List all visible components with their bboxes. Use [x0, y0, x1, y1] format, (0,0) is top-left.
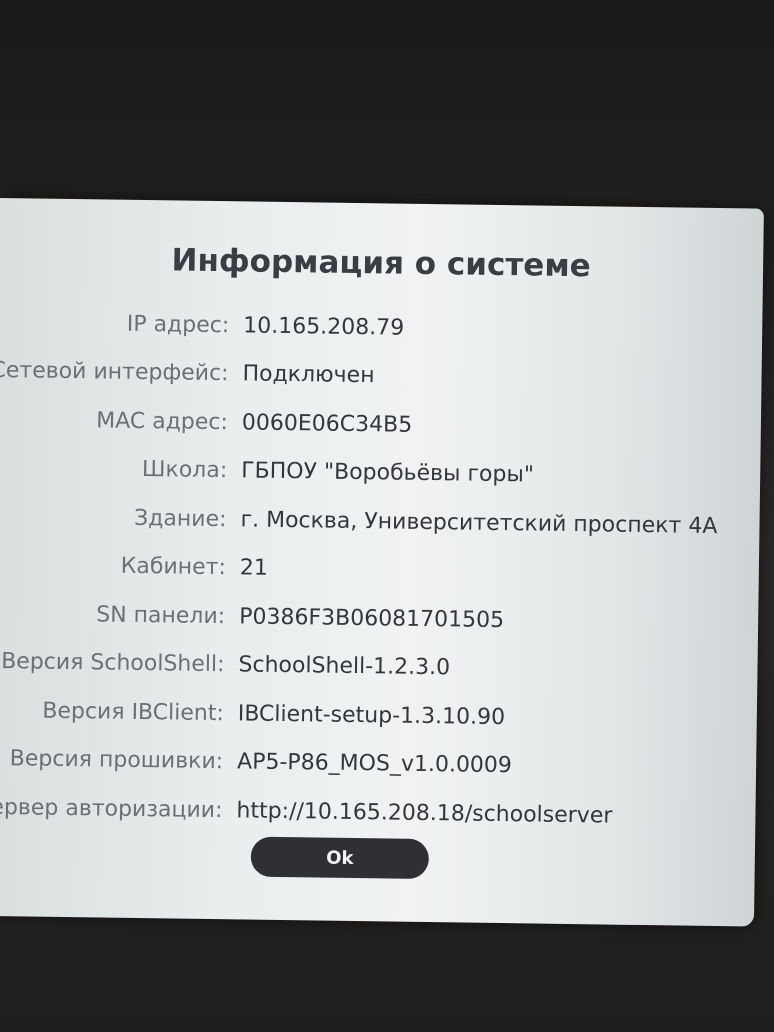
- network-interface-label: Сетевой интерфейс:: [0, 358, 229, 387]
- ip-address-value: 10.165.208.79: [243, 313, 405, 341]
- system-info-dialog: Информация о системе IP адрес: 10.165.20…: [0, 198, 764, 927]
- school-label: Школа:: [141, 457, 228, 484]
- school-value: ГБПОУ "Воробьёвы горы": [241, 458, 535, 488]
- ip-address-label: IP адрес:: [126, 311, 230, 338]
- building-value: г. Москва, Университетский проспект 4А: [240, 507, 718, 539]
- monitor-screen: Информация о системе IP адрес: 10.165.20…: [0, 0, 774, 1032]
- panel-serial-label: SN панели:: [96, 602, 226, 629]
- info-rows: IP адрес: 10.165.208.79 Сетевой интерфей…: [0, 298, 763, 842]
- dialog-title: Информация о системе: [171, 242, 591, 285]
- building-label: Здание:: [133, 505, 227, 532]
- mac-address-value: 0060E06C34B5: [241, 410, 413, 438]
- ibclient-version-label: Версия IBClient:: [42, 698, 224, 726]
- schoolshell-version-value: SchoolShell-1.2.3.0: [238, 652, 451, 681]
- auth-server-label: Сервер авторизации:: [0, 794, 223, 823]
- network-interface-value: Подключен: [242, 361, 375, 389]
- cabinet-value: 21: [239, 555, 269, 582]
- auth-server-value: http://10.165.208.18/schoolserver: [236, 798, 613, 829]
- schoolshell-version-label: Версия SchoolShell:: [1, 649, 225, 678]
- ok-button[interactable]: Ok: [250, 836, 430, 880]
- info-row-auth-server: Сервер авторизации: http://10.165.208.18…: [0, 783, 756, 842]
- firmware-version-label: Версия прошивки:: [9, 746, 224, 775]
- firmware-version-value: AP5-P86_MOS_v1.0.0009: [236, 749, 513, 779]
- panel-serial-value: P0386F3B06081701505: [239, 604, 505, 633]
- cabinet-label: Кабинет:: [120, 553, 227, 581]
- ibclient-version-value: IBClient-setup-1.3.10.90: [237, 701, 506, 730]
- mac-address-label: MAC адрес:: [96, 408, 229, 435]
